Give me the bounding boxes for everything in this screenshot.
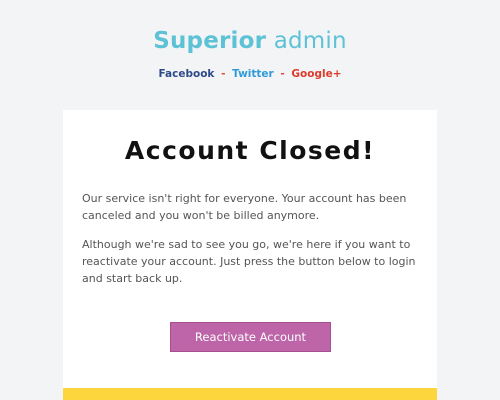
message-paragraph-1: Our service isn't right for everyone. Yo…	[82, 192, 407, 222]
brand-logo: Superior admin	[0, 28, 500, 54]
separator: -	[280, 68, 285, 80]
message-paragraph-2: Although we're sad to see you go, we're …	[82, 238, 416, 285]
reactivate-account-button[interactable]: Reactivate Account	[170, 322, 331, 352]
separator: -	[221, 68, 226, 80]
page-title: Account Closed!	[124, 136, 376, 165]
brand-name-light: admin	[273, 28, 347, 54]
twitter-link[interactable]: Twitter	[232, 68, 274, 80]
social-links: Facebook - Twitter - Google+	[0, 68, 500, 80]
footer-accent-bar	[63, 388, 437, 400]
facebook-link[interactable]: Facebook	[158, 68, 214, 80]
brand-name-bold: Superior	[153, 28, 267, 54]
email-header: Superior admin Facebook - Twitter - Goog…	[0, 0, 500, 110]
message-card: Account Closed! Our service isn't right …	[63, 110, 437, 400]
google-plus-link[interactable]: Google+	[291, 68, 341, 80]
